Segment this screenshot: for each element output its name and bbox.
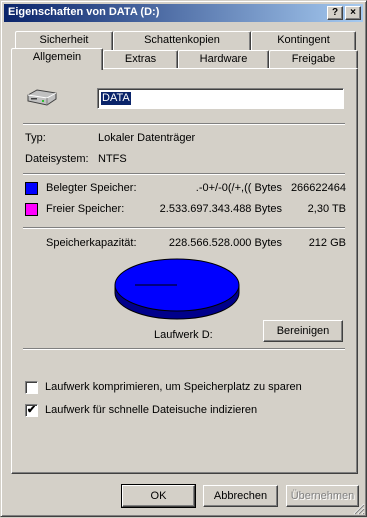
drive-letter-label: Laufwerk D:	[154, 329, 213, 341]
free-space-swatch	[25, 203, 38, 216]
capacity-bytes: 228.566.528.000 Bytes	[168, 237, 282, 249]
cleanup-button[interactable]: Bereinigen	[263, 320, 343, 342]
free-space-bytes: 2.533.697.343.488 Bytes	[159, 203, 282, 215]
properties-dialog: Eigenschaften von DATA (D:) ? × Sicherhe…	[0, 0, 367, 517]
used-space-bytes: .-0+/-0(/+,(( Bytes	[195, 182, 282, 194]
used-space-label: Belegter Speicher:	[46, 182, 137, 194]
index-checkbox[interactable]: ✔	[25, 404, 38, 417]
type-value: Lokaler Datenträger	[98, 132, 196, 144]
capacity-label: Speicherkapazität:	[46, 237, 137, 249]
checkmark-icon: ✔	[26, 404, 37, 416]
compress-checkbox[interactable]	[25, 381, 38, 394]
separator	[23, 348, 345, 350]
index-label[interactable]: Laufwerk für schnelle Dateisuche indizie…	[45, 404, 257, 416]
hard-drive-icon	[27, 89, 57, 106]
apply-button[interactable]: Übernehmen	[286, 485, 359, 507]
used-space-short: 266622464	[290, 182, 346, 194]
filesystem-value: NTFS	[98, 153, 127, 165]
separator	[23, 123, 345, 125]
separator	[23, 227, 345, 229]
drive-name-value: DATA	[101, 92, 131, 105]
free-space-label: Freier Speicher:	[46, 203, 125, 215]
used-space-swatch	[25, 182, 38, 195]
type-label: Typ:	[25, 132, 46, 144]
compress-label[interactable]: Laufwerk komprimieren, um Speicherplatz …	[45, 381, 302, 393]
filesystem-label: Dateisystem:	[25, 153, 89, 165]
separator	[23, 173, 345, 175]
ok-button[interactable]: OK	[121, 484, 196, 508]
cancel-button[interactable]: Abbrechen	[203, 485, 278, 507]
drive-name-input[interactable]: DATA	[97, 88, 344, 109]
free-space-short: 2,30 TB	[307, 203, 346, 215]
capacity-short: 212 GB	[308, 237, 346, 249]
disk-usage-pie	[114, 258, 240, 320]
resize-grip-icon[interactable]	[353, 503, 365, 515]
